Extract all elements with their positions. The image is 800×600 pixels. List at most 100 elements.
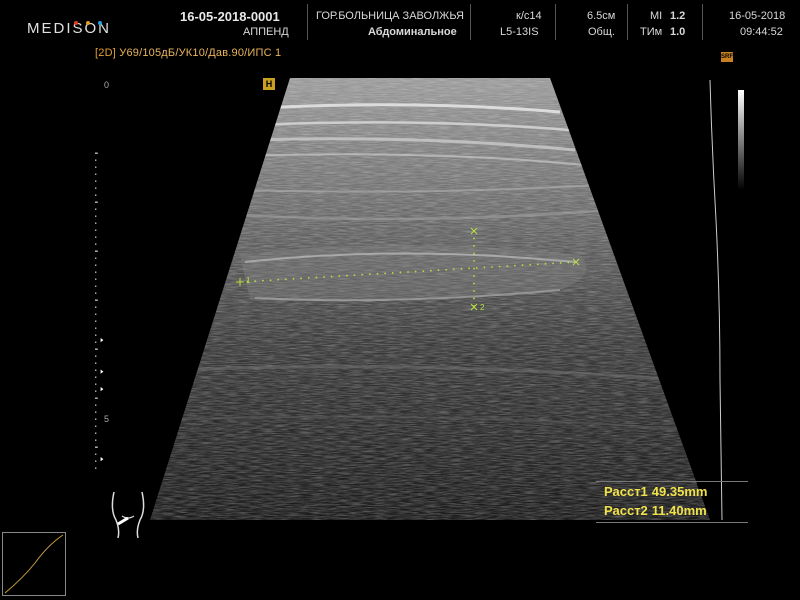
scan-sector bbox=[150, 78, 710, 520]
caliper-dot bbox=[498, 265, 501, 268]
scale-tick bbox=[95, 215, 97, 217]
scale-tick bbox=[95, 390, 97, 392]
depth-label-0: 0 bbox=[104, 80, 110, 90]
scale-tick bbox=[95, 341, 97, 343]
scale-tick bbox=[95, 397, 98, 399]
scale-tick bbox=[95, 362, 97, 364]
scale-tick bbox=[95, 264, 97, 266]
scale-tick bbox=[95, 173, 97, 175]
caliper-dot bbox=[445, 268, 448, 271]
measurement-label: Расст2 bbox=[604, 503, 648, 518]
measurement-label: Расст1 bbox=[604, 484, 648, 499]
scale-tick bbox=[95, 418, 97, 420]
caliper-dot bbox=[552, 262, 554, 265]
scale-tick bbox=[95, 236, 97, 238]
caliper-dot bbox=[483, 266, 486, 269]
scale-tick bbox=[95, 376, 97, 378]
depth-scale bbox=[95, 152, 104, 469]
caliper-dot bbox=[536, 263, 539, 266]
body-marker-icon bbox=[111, 491, 145, 539]
scale-tick bbox=[95, 180, 97, 182]
caliper-dot bbox=[544, 262, 547, 265]
scale-tick bbox=[95, 285, 97, 287]
focal-zone-marker bbox=[100, 338, 104, 343]
scale-tick bbox=[95, 292, 97, 294]
tgc-curve bbox=[709, 79, 723, 521]
caliper-dot bbox=[346, 274, 348, 277]
gamma-curve-thumbnail bbox=[2, 532, 66, 596]
caliper-dot bbox=[414, 270, 417, 273]
caliper-dot bbox=[430, 269, 432, 272]
depth-label-5: 5 bbox=[104, 414, 110, 424]
caliper-dot bbox=[475, 267, 478, 269]
measurement-row-2: Расст2 11.40mm bbox=[596, 501, 748, 520]
caliper-dot bbox=[407, 271, 409, 273]
caliper-dot bbox=[292, 277, 295, 280]
scale-tick bbox=[95, 166, 97, 168]
caliper-dot bbox=[473, 260, 475, 262]
scale-tick bbox=[95, 222, 97, 224]
scale-tick bbox=[95, 439, 97, 441]
scale-tick bbox=[95, 250, 98, 252]
caliper-dot bbox=[491, 266, 493, 268]
scale-tick bbox=[95, 278, 97, 280]
scale-tick bbox=[95, 467, 97, 469]
focus-marker: H bbox=[263, 78, 275, 90]
caliper-dot bbox=[473, 290, 475, 292]
scale-tick bbox=[95, 348, 98, 350]
caliper-dot bbox=[399, 271, 402, 274]
caliper-dot bbox=[300, 277, 302, 280]
scale-tick bbox=[95, 327, 97, 329]
caliper-dot bbox=[468, 267, 470, 270]
scale-tick bbox=[95, 306, 97, 308]
caliper-dot bbox=[391, 272, 394, 274]
scale-tick bbox=[95, 411, 97, 413]
focal-zone-marker bbox=[100, 457, 104, 462]
scale-tick bbox=[95, 187, 97, 189]
caliper-dot bbox=[567, 261, 570, 264]
srf-marker: SRF bbox=[721, 52, 733, 62]
caliper-dot bbox=[353, 274, 356, 277]
scale-tick bbox=[95, 201, 98, 203]
scale-tick bbox=[95, 229, 97, 231]
scale-tick bbox=[95, 159, 97, 161]
scale-tick bbox=[95, 299, 98, 301]
caliper-dot bbox=[514, 264, 516, 267]
caliper-dot bbox=[376, 272, 379, 275]
scale-tick bbox=[95, 446, 98, 448]
scale-tick bbox=[95, 432, 97, 434]
focal-zone-marker bbox=[100, 387, 104, 392]
scale-tick bbox=[95, 271, 97, 273]
measurement-results: Расст1 49.35mm Расст2 11.40mm bbox=[596, 482, 748, 522]
scale-tick bbox=[95, 453, 97, 455]
caliper-dot bbox=[473, 282, 475, 285]
measure-divider-bottom bbox=[596, 522, 748, 523]
caliper-dot bbox=[254, 280, 257, 282]
caliper-dot bbox=[338, 275, 341, 277]
caliper-dot bbox=[452, 268, 455, 271]
measurement-row-1: Расст1 49.35mm bbox=[596, 482, 748, 501]
caliper-dot bbox=[473, 267, 475, 270]
caliper-dot bbox=[323, 276, 325, 278]
caliper-dot bbox=[315, 276, 318, 279]
caliper-dot bbox=[269, 279, 272, 282]
caliper-dot bbox=[437, 269, 440, 272]
caliper-dot bbox=[361, 273, 364, 276]
caliper-dot bbox=[368, 273, 371, 276]
focal-zone-marker bbox=[100, 369, 104, 374]
caliper-dot bbox=[460, 267, 463, 270]
caliper-dot bbox=[473, 275, 475, 277]
caliper-dot bbox=[284, 278, 287, 281]
caliper-dot bbox=[384, 272, 386, 275]
caliper-2-label: 2 bbox=[480, 303, 485, 312]
scale-tick bbox=[95, 194, 97, 196]
caliper-dot bbox=[307, 277, 310, 279]
caliper-dot bbox=[422, 270, 425, 272]
scale-tick bbox=[95, 369, 97, 371]
caliper-dot bbox=[473, 245, 475, 247]
scale-tick bbox=[95, 208, 97, 210]
scale-tick bbox=[95, 460, 97, 462]
caliper-dot bbox=[529, 263, 532, 266]
scale-tick bbox=[95, 313, 97, 315]
scale-tick bbox=[95, 355, 97, 357]
